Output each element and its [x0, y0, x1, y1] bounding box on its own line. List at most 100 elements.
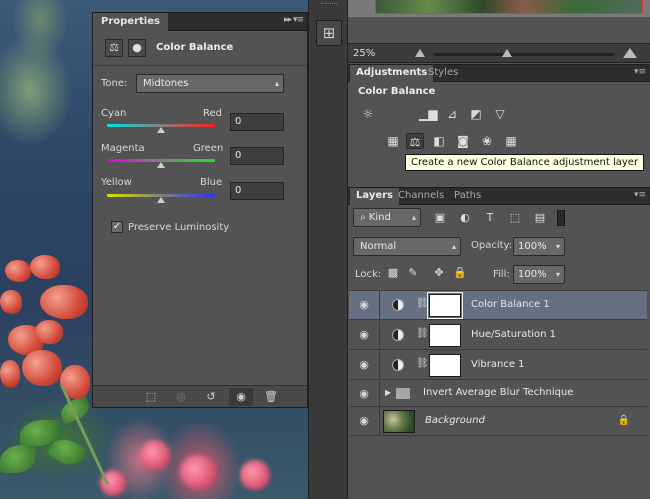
panel-menu-icon[interactable]: ▸▸ ▾≡: [284, 15, 304, 25]
blend-mode-dropdown[interactable]: Normal ▴: [353, 237, 461, 256]
zoom-out-icon[interactable]: [415, 49, 425, 57]
layer-row[interactable]: ◉ ⛓ Color Balance 1: [349, 291, 647, 320]
lock-transparent-pixels-icon[interactable]: ▩: [385, 265, 401, 281]
layers-tab-bar: Layers Channels Paths ▾≡: [348, 187, 650, 205]
tab-adjustments[interactable]: Adjustments: [350, 65, 434, 82]
tab-channels[interactable]: Channels: [392, 188, 450, 205]
collapsed-panel-dock: ⊞: [308, 0, 348, 499]
slider-left-label: Magenta: [101, 143, 145, 154]
visibility-eye-icon[interactable]: ◉: [357, 415, 371, 427]
properties-tab-bar: Properties ▸▸ ▾≡: [93, 13, 307, 31]
exposure-icon[interactable]: ◩: [467, 106, 485, 122]
magenta-green-value-input[interactable]: 0: [230, 147, 284, 165]
fill-label: Fill:: [493, 269, 510, 280]
opacity-value[interactable]: 100%: [518, 241, 547, 252]
cyan-red-slider-thumb[interactable]: [157, 127, 165, 133]
layer-group-row[interactable]: ◉ ▶ Invert Average Blur Technique: [349, 381, 647, 407]
lock-position-icon[interactable]: ✥: [431, 265, 447, 281]
layer-name[interactable]: Hue/Saturation 1: [471, 329, 556, 340]
magenta-green-slider-thumb[interactable]: [157, 162, 165, 168]
clip-to-layer-icon[interactable]: ⬚: [139, 388, 163, 406]
opacity-field[interactable]: 100% ▾: [513, 237, 565, 256]
filter-pixel-icon[interactable]: ▣: [432, 210, 448, 226]
properties-tab[interactable]: Properties: [93, 13, 168, 31]
layer-mask-thumbnail[interactable]: [429, 324, 461, 347]
black-white-icon[interactable]: ◧: [430, 133, 448, 149]
color-balance-icon[interactable]: ⚖: [406, 133, 424, 149]
adjustment-layer-icon: [392, 299, 404, 311]
tone-dropdown[interactable]: Midtones ▴: [136, 74, 284, 93]
reset-icon[interactable]: ↺: [199, 388, 223, 406]
delete-icon[interactable]: 🗑: [259, 388, 283, 406]
fill-value[interactable]: 100%: [518, 269, 547, 280]
zoom-slider-track[interactable]: [434, 53, 614, 56]
visibility-eye-icon[interactable]: ◉: [357, 299, 371, 311]
zoom-slider-thumb[interactable]: [502, 49, 512, 57]
visibility-eye-icon[interactable]: ◉: [357, 329, 371, 341]
layer-mask-thumbnail[interactable]: [429, 354, 461, 377]
view-previous-state-icon[interactable]: ◎: [169, 388, 193, 406]
chevron-down-icon[interactable]: ▾: [556, 266, 560, 283]
search-icon: ⌕: [360, 212, 369, 223]
zoom-in-icon[interactable]: [623, 48, 637, 58]
navigator-preview[interactable]: [348, 0, 650, 17]
layer-name[interactable]: Invert Average Blur Technique: [423, 387, 573, 398]
expand-triangle-icon[interactable]: ▶: [385, 388, 391, 397]
color-lookup-icon[interactable]: ▦: [502, 133, 520, 149]
vibrance-icon[interactable]: ▽: [491, 106, 509, 122]
tooltip: Create a new Color Balance adjustment la…: [405, 154, 645, 171]
filter-shape-icon[interactable]: ⬚: [507, 210, 523, 226]
layer-row[interactable]: ◉ ⛓ Vibrance 1: [349, 351, 647, 380]
properties-panel: Properties ▸▸ ▾≡ ⚖ ● Color Balance Tone:…: [92, 12, 308, 408]
panel-menu-icon[interactable]: ▾≡: [634, 190, 646, 200]
collapse-panel-icon[interactable]: ▸▸: [284, 15, 292, 25]
tab-paths[interactable]: Paths: [448, 188, 487, 205]
dock-grip[interactable]: [321, 3, 337, 5]
lock-all-icon[interactable]: 🔒: [452, 265, 468, 281]
lock-image-pixels-icon[interactable]: ✎: [405, 265, 421, 281]
link-icon[interactable]: ⛓: [416, 298, 429, 309]
tab-styles[interactable]: Styles: [422, 65, 464, 82]
photo-filter-icon[interactable]: ◙: [454, 133, 472, 149]
layer-thumbnail[interactable]: [383, 410, 415, 433]
panel-menu-icon[interactable]: ▾≡: [634, 67, 646, 77]
brightness-contrast-icon[interactable]: ☼: [359, 106, 377, 122]
chevron-down-icon[interactable]: ▾: [556, 238, 560, 255]
filter-toggle[interactable]: [557, 210, 565, 226]
layer-name[interactable]: Background: [425, 415, 485, 426]
yellow-blue-value-input[interactable]: 0: [230, 182, 284, 200]
cyan-red-value-input[interactable]: 0: [230, 113, 284, 131]
layer-row[interactable]: ◉ ⛓ Hue/Saturation 1: [349, 321, 647, 350]
layer-name[interactable]: Color Balance 1: [471, 299, 550, 310]
channel-mixer-icon[interactable]: ❀: [478, 133, 496, 149]
layer-mask-icon[interactable]: ●: [128, 39, 146, 57]
slider-right-label: Green: [193, 143, 224, 154]
properties-footer: ⬚ ◎ ↺ ◉ 🗑: [93, 385, 307, 407]
lock-icon: 🔒: [617, 415, 630, 426]
fill-field[interactable]: 100% ▾: [513, 265, 565, 284]
dock-panel-icon[interactable]: ⊞: [316, 20, 342, 46]
link-icon[interactable]: ⛓: [416, 328, 429, 339]
slider-left-label: Yellow: [101, 177, 132, 188]
link-icon[interactable]: ⛓: [416, 358, 429, 369]
layer-filter-dropdown[interactable]: ⌕ Kind ▴: [353, 208, 421, 227]
curves-icon[interactable]: ⊿: [443, 106, 461, 122]
layer-row[interactable]: ◉ Background 🔒: [349, 407, 647, 436]
filter-adjustment-icon[interactable]: ◐: [457, 210, 473, 226]
filter-smart-object-icon[interactable]: ▤: [532, 210, 548, 226]
menu-lines-icon[interactable]: ≡: [296, 15, 303, 25]
filter-type-icon[interactable]: T: [482, 210, 498, 226]
toggle-visibility-icon[interactable]: ◉: [229, 388, 253, 406]
visibility-eye-icon[interactable]: ◉: [357, 388, 371, 400]
preserve-luminosity-checkbox[interactable]: ✓: [111, 221, 123, 233]
adjustment-title: Color Balance: [156, 42, 234, 53]
adjustment-layer-icon: [392, 329, 404, 341]
layer-name[interactable]: Vibrance 1: [471, 359, 525, 370]
zoom-level[interactable]: 25%: [353, 48, 375, 59]
yellow-blue-slider-thumb[interactable]: [157, 197, 165, 203]
visibility-eye-icon[interactable]: ◉: [357, 359, 371, 371]
layer-mask-thumbnail[interactable]: [427, 292, 463, 319]
navigator-thumbnail[interactable]: [375, 0, 643, 14]
levels-icon[interactable]: ▁▆: [419, 106, 437, 122]
hue-saturation-icon[interactable]: ▦: [384, 133, 402, 149]
